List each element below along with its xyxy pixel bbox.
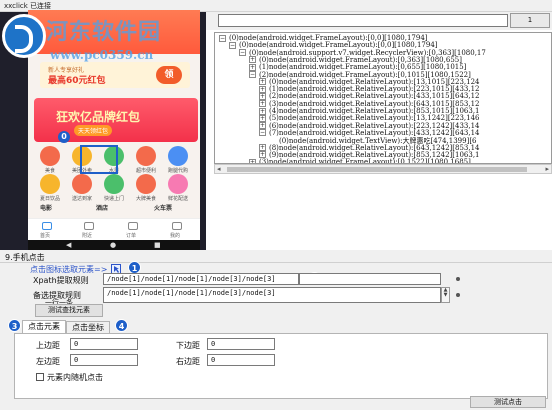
tab-profile[interactable]: 我的 xyxy=(170,232,180,239)
expand-icon[interactable]: + xyxy=(259,92,266,100)
selected-element-highlight xyxy=(80,145,118,174)
grid-icon[interactable] xyxy=(168,146,188,166)
expand-icon[interactable]: + xyxy=(259,122,266,130)
left-margin-input[interactable]: 0 xyxy=(70,354,138,366)
category-movie[interactable]: 电影 xyxy=(40,203,52,212)
android-nav-bar: ◀ ● ■ xyxy=(28,240,200,250)
selected-marker: 0 xyxy=(58,131,70,143)
expand-icon[interactable]: + xyxy=(259,114,266,122)
home-nav-icon[interactable]: ● xyxy=(110,241,116,249)
orders-icon[interactable] xyxy=(128,222,138,230)
click-select-link[interactable]: 点击图标选取元素=> xyxy=(30,264,107,275)
collapse-icon[interactable]: − xyxy=(229,41,236,49)
grid-icon[interactable] xyxy=(40,146,60,166)
grid-icon[interactable] xyxy=(168,174,188,194)
grid-icon-label: 快递上门 xyxy=(103,196,124,202)
watermark-url: www.pc0359.cn xyxy=(50,48,154,62)
xpath-help-icon[interactable] xyxy=(456,277,460,281)
xpath-input-tail[interactable] xyxy=(299,273,441,285)
tree-action-button[interactable]: 1 xyxy=(510,13,550,28)
grid-icon[interactable] xyxy=(104,174,124,194)
category-hotel[interactable]: 酒店 xyxy=(96,203,108,212)
tab-nearby[interactable]: 附近 xyxy=(82,232,92,239)
phone-tab-bar: 首页 附近 订单 我的 xyxy=(28,218,200,240)
node-tree[interactable]: − (0)node(android.widget.FrameLayout):[0,… xyxy=(214,32,552,164)
grid-icon-label: 夏日饮品 xyxy=(39,196,60,202)
group-divider xyxy=(0,262,552,263)
watermark-site: 河东软件园 xyxy=(46,19,162,45)
promo-big-sub: 天天领红包 xyxy=(74,125,113,136)
top-margin-input[interactable]: 0 xyxy=(70,338,138,350)
grid-icon[interactable] xyxy=(136,146,156,166)
back-icon[interactable]: ◀ xyxy=(66,241,71,249)
grid-icon-label: 跑腿代购 xyxy=(167,168,188,174)
profile-icon[interactable] xyxy=(172,222,182,230)
expand-icon[interactable]: + xyxy=(259,78,266,86)
expand-icon[interactable]: + xyxy=(259,85,266,93)
grid-icon-label: 美食 xyxy=(44,168,55,174)
collapse-icon[interactable]: − xyxy=(259,129,266,137)
grid-icon[interactable] xyxy=(40,174,60,194)
test-find-button[interactable]: 测试查找元素 xyxy=(35,304,103,317)
backup-rule-scroll[interactable]: ▲ ▼ xyxy=(441,287,450,303)
category-train[interactable]: 火车票 xyxy=(154,203,172,212)
grid-icon-label: 超市便利 xyxy=(135,168,156,174)
nearby-icon[interactable] xyxy=(84,222,94,230)
tree-search-input[interactable] xyxy=(218,14,508,27)
promo-line2: 最高60元红包 xyxy=(48,76,106,86)
grid-icon-label: 鲜花配送 xyxy=(167,196,188,202)
recents-icon[interactable]: ■ xyxy=(154,241,161,249)
category-row: 电影 酒店 火车票 xyxy=(38,203,198,217)
expand-icon[interactable]: + xyxy=(259,144,266,151)
badge-3: 3 xyxy=(8,319,21,332)
collapse-icon[interactable]: − xyxy=(219,34,226,42)
grid-icon-label: 大牌美食 xyxy=(135,196,156,202)
scroll-thumb[interactable] xyxy=(227,167,527,172)
bottom-margin-input[interactable]: 0 xyxy=(207,338,275,350)
scroll-right-icon[interactable]: ▸ xyxy=(545,165,549,173)
test-click-button[interactable]: 测试点击 xyxy=(470,396,546,408)
tab-click-element[interactable]: 点击元素 xyxy=(22,320,66,333)
expand-icon[interactable]: + xyxy=(249,63,256,71)
expand-icon[interactable]: + xyxy=(259,100,266,108)
right-margin-label: 右边距 xyxy=(176,357,200,366)
grid-icon[interactable] xyxy=(72,174,92,194)
right-margin-input[interactable]: 0 xyxy=(207,354,275,366)
promo-banner-small[interactable]: 新人专享好礼 最高60元红包 领 xyxy=(40,62,190,88)
tab-home[interactable]: 首页 xyxy=(40,232,50,239)
badge-4: 4 xyxy=(115,319,128,332)
home-icon[interactable] xyxy=(42,222,52,230)
watermark-logo xyxy=(2,14,46,58)
promo-big-title: 狂欢亿品牌红包 xyxy=(56,110,141,124)
random-click-label: 元素内随机点击 xyxy=(47,373,103,382)
backup-help-icon[interactable] xyxy=(456,293,460,297)
top-margin-label: 上边距 xyxy=(36,341,60,350)
tab-orders[interactable]: 订单 xyxy=(126,232,136,239)
random-click-checkbox[interactable] xyxy=(36,373,44,381)
claim-button[interactable]: 领 xyxy=(156,66,182,84)
grid-icon[interactable] xyxy=(136,174,156,194)
tab-click-coordinate[interactable]: 点击坐标 xyxy=(66,321,110,333)
xpath-input[interactable]: /node[1]/node[1]/node[1]/node[3]/node[3] xyxy=(103,273,299,285)
expand-icon[interactable]: + xyxy=(249,56,256,64)
scroll-left-icon[interactable]: ◂ xyxy=(217,165,221,173)
grid-icon-label: 送达到家 xyxy=(71,196,92,202)
backup-rule-textarea[interactable]: /node[1]/node[1]/node[1]/node[3]/node[3] xyxy=(103,287,441,303)
bottom-margin-label: 下边距 xyxy=(176,341,200,350)
collapse-icon[interactable]: − xyxy=(249,71,256,78)
xpath-label: Xpath提取规则 xyxy=(33,276,89,285)
tree-horizontal-scrollbar[interactable]: ◂ ▸ xyxy=(214,164,552,174)
collapse-icon[interactable]: − xyxy=(239,49,246,57)
left-margin-label: 左边距 xyxy=(36,357,60,366)
expand-icon[interactable]: + xyxy=(259,107,266,115)
